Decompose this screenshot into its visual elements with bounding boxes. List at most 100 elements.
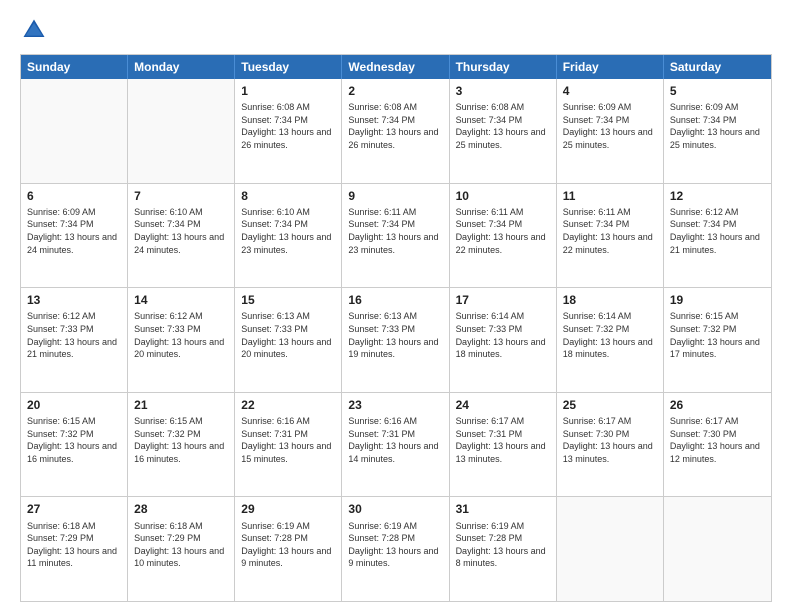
day-info: Sunrise: 6:08 AMSunset: 7:34 PMDaylight:…	[456, 101, 550, 151]
day-info: Sunrise: 6:14 AMSunset: 7:32 PMDaylight:…	[563, 310, 657, 360]
day-number: 16	[348, 292, 442, 308]
weekday-header-sunday: Sunday	[21, 55, 128, 79]
calendar-day-31: 31Sunrise: 6:19 AMSunset: 7:28 PMDayligh…	[450, 497, 557, 601]
day-info: Sunrise: 6:09 AMSunset: 7:34 PMDaylight:…	[563, 101, 657, 151]
day-info: Sunrise: 6:17 AMSunset: 7:31 PMDaylight:…	[456, 415, 550, 465]
calendar-day-3: 3 Sunrise: 6:08 AMSunset: 7:34 PMDaylight…	[450, 79, 557, 183]
day-number: 8	[241, 188, 335, 204]
calendar-row-2: 13 Sunrise: 6:12 AMSunset: 7:33 PMDayligh…	[21, 287, 771, 392]
calendar-day-13: 13Sunrise: 6:12 AMSunset: 7:33 PMDayligh…	[21, 288, 128, 392]
day-info: Sunrise: 6:13 AMSunset: 7:33 PMDaylight:…	[241, 310, 335, 360]
day-info: Sunrise: 6:18 AMSunset: 7:29 PMDaylight:…	[134, 520, 228, 570]
day-info: Sunrise: 6:19 AMSunset: 7:28 PMDaylight:…	[241, 520, 335, 570]
calendar-row-0: 1 Sunrise: 6:08 AMSunset: 7:34 PMDaylight…	[21, 79, 771, 183]
day-info: Sunrise: 6:14 AMSunset: 7:33 PMDaylight:…	[456, 310, 550, 360]
page-header	[20, 16, 772, 44]
calendar-day-18: 18 Sunrise: 6:14 AMSunset: 7:32 PMDayligh…	[557, 288, 664, 392]
weekday-header-wednesday: Wednesday	[342, 55, 449, 79]
day-number: 22	[241, 397, 335, 413]
calendar-empty-cell	[21, 79, 128, 183]
calendar-day-9: 9Sunrise: 6:11 AMSunset: 7:34 PMDaylight…	[342, 184, 449, 288]
day-info: Sunrise: 6:19 AMSunset: 7:28 PMDaylight:…	[348, 520, 442, 570]
calendar-day-24: 24 Sunrise: 6:17 AMSunset: 7:31 PMDayligh…	[450, 393, 557, 497]
calendar-day-26: 26 Sunrise: 6:17 AMSunset: 7:30 PMDayligh…	[664, 393, 771, 497]
calendar-day-5: 5 Sunrise: 6:09 AMSunset: 7:34 PMDaylight…	[664, 79, 771, 183]
calendar-day-20: 20 Sunrise: 6:15 AMSunset: 7:32 PMDayligh…	[21, 393, 128, 497]
day-info: Sunrise: 6:11 AMSunset: 7:34 PMDaylight:…	[348, 206, 442, 256]
weekday-header-saturday: Saturday	[664, 55, 771, 79]
calendar-day-14: 14 Sunrise: 6:12 AMSunset: 7:33 PMDayligh…	[128, 288, 235, 392]
day-number: 25	[563, 397, 657, 413]
day-number: 10	[456, 188, 550, 204]
day-number: 15	[241, 292, 335, 308]
calendar-day-1: 1 Sunrise: 6:08 AMSunset: 7:34 PMDaylight…	[235, 79, 342, 183]
day-info: Sunrise: 6:11 AMSunset: 7:34 PMDaylight:…	[563, 206, 657, 256]
day-info: Sunrise: 6:10 AMSunset: 7:34 PMDaylight:…	[134, 206, 228, 256]
calendar-empty-cell	[664, 497, 771, 601]
day-number: 2	[348, 83, 442, 99]
calendar-body: 1 Sunrise: 6:08 AMSunset: 7:34 PMDaylight…	[21, 79, 771, 601]
day-number: 13	[27, 292, 121, 308]
calendar-day-30: 30Sunrise: 6:19 AMSunset: 7:28 PMDayligh…	[342, 497, 449, 601]
day-number: 17	[456, 292, 550, 308]
day-info: Sunrise: 6:17 AMSunset: 7:30 PMDaylight:…	[563, 415, 657, 465]
day-number: 14	[134, 292, 228, 308]
day-number: 5	[670, 83, 765, 99]
calendar-day-8: 8 Sunrise: 6:10 AMSunset: 7:34 PMDaylight…	[235, 184, 342, 288]
calendar-day-19: 19 Sunrise: 6:15 AMSunset: 7:32 PMDayligh…	[664, 288, 771, 392]
calendar-day-22: 22 Sunrise: 6:16 AMSunset: 7:31 PMDayligh…	[235, 393, 342, 497]
calendar-day-6: 6Sunrise: 6:09 AMSunset: 7:34 PMDaylight…	[21, 184, 128, 288]
calendar-empty-cell	[128, 79, 235, 183]
day-info: Sunrise: 6:10 AMSunset: 7:34 PMDaylight:…	[241, 206, 335, 256]
calendar-day-28: 28Sunrise: 6:18 AMSunset: 7:29 PMDayligh…	[128, 497, 235, 601]
day-info: Sunrise: 6:15 AMSunset: 7:32 PMDaylight:…	[27, 415, 121, 465]
day-number: 3	[456, 83, 550, 99]
day-number: 18	[563, 292, 657, 308]
day-number: 20	[27, 397, 121, 413]
day-info: Sunrise: 6:15 AMSunset: 7:32 PMDaylight:…	[670, 310, 765, 360]
day-number: 26	[670, 397, 765, 413]
day-info: Sunrise: 6:08 AMSunset: 7:34 PMDaylight:…	[241, 101, 335, 151]
day-number: 29	[241, 501, 335, 517]
day-info: Sunrise: 6:15 AMSunset: 7:32 PMDaylight:…	[134, 415, 228, 465]
weekday-header-tuesday: Tuesday	[235, 55, 342, 79]
calendar-day-11: 11Sunrise: 6:11 AMSunset: 7:34 PMDayligh…	[557, 184, 664, 288]
calendar: SundayMondayTuesdayWednesdayThursdayFrid…	[20, 54, 772, 602]
calendar-day-27: 27Sunrise: 6:18 AMSunset: 7:29 PMDayligh…	[21, 497, 128, 601]
day-info: Sunrise: 6:11 AMSunset: 7:34 PMDaylight:…	[456, 206, 550, 256]
day-info: Sunrise: 6:09 AMSunset: 7:34 PMDaylight:…	[670, 101, 765, 151]
day-info: Sunrise: 6:16 AMSunset: 7:31 PMDaylight:…	[241, 415, 335, 465]
day-number: 24	[456, 397, 550, 413]
calendar-row-3: 20 Sunrise: 6:15 AMSunset: 7:32 PMDayligh…	[21, 392, 771, 497]
calendar-day-17: 17 Sunrise: 6:14 AMSunset: 7:33 PMDayligh…	[450, 288, 557, 392]
day-info: Sunrise: 6:12 AMSunset: 7:33 PMDaylight:…	[134, 310, 228, 360]
calendar-day-15: 15 Sunrise: 6:13 AMSunset: 7:33 PMDayligh…	[235, 288, 342, 392]
logo	[20, 16, 52, 44]
calendar-day-7: 7 Sunrise: 6:10 AMSunset: 7:34 PMDaylight…	[128, 184, 235, 288]
day-info: Sunrise: 6:17 AMSunset: 7:30 PMDaylight:…	[670, 415, 765, 465]
day-info: Sunrise: 6:16 AMSunset: 7:31 PMDaylight:…	[348, 415, 442, 465]
day-number: 21	[134, 397, 228, 413]
calendar-day-12: 12 Sunrise: 6:12 AMSunset: 7:34 PMDayligh…	[664, 184, 771, 288]
day-number: 7	[134, 188, 228, 204]
day-info: Sunrise: 6:18 AMSunset: 7:29 PMDaylight:…	[27, 520, 121, 570]
calendar-header: SundayMondayTuesdayWednesdayThursdayFrid…	[21, 55, 771, 79]
day-number: 19	[670, 292, 765, 308]
day-info: Sunrise: 6:12 AMSunset: 7:34 PMDaylight:…	[670, 206, 765, 256]
calendar-day-2: 2 Sunrise: 6:08 AMSunset: 7:34 PMDaylight…	[342, 79, 449, 183]
day-info: Sunrise: 6:19 AMSunset: 7:28 PMDaylight:…	[456, 520, 550, 570]
calendar-day-4: 4 Sunrise: 6:09 AMSunset: 7:34 PMDaylight…	[557, 79, 664, 183]
calendar-day-25: 25 Sunrise: 6:17 AMSunset: 7:30 PMDayligh…	[557, 393, 664, 497]
weekday-header-thursday: Thursday	[450, 55, 557, 79]
day-info: Sunrise: 6:13 AMSunset: 7:33 PMDaylight:…	[348, 310, 442, 360]
calendar-day-29: 29 Sunrise: 6:19 AMSunset: 7:28 PMDayligh…	[235, 497, 342, 601]
day-number: 4	[563, 83, 657, 99]
calendar-row-1: 6Sunrise: 6:09 AMSunset: 7:34 PMDaylight…	[21, 183, 771, 288]
day-number: 1	[241, 83, 335, 99]
calendar-empty-cell	[557, 497, 664, 601]
day-info: Sunrise: 6:09 AMSunset: 7:34 PMDaylight:…	[27, 206, 121, 256]
day-number: 12	[670, 188, 765, 204]
calendar-day-16: 16 Sunrise: 6:13 AMSunset: 7:33 PMDayligh…	[342, 288, 449, 392]
day-info: Sunrise: 6:08 AMSunset: 7:34 PMDaylight:…	[348, 101, 442, 151]
calendar-day-10: 10 Sunrise: 6:11 AMSunset: 7:34 PMDayligh…	[450, 184, 557, 288]
